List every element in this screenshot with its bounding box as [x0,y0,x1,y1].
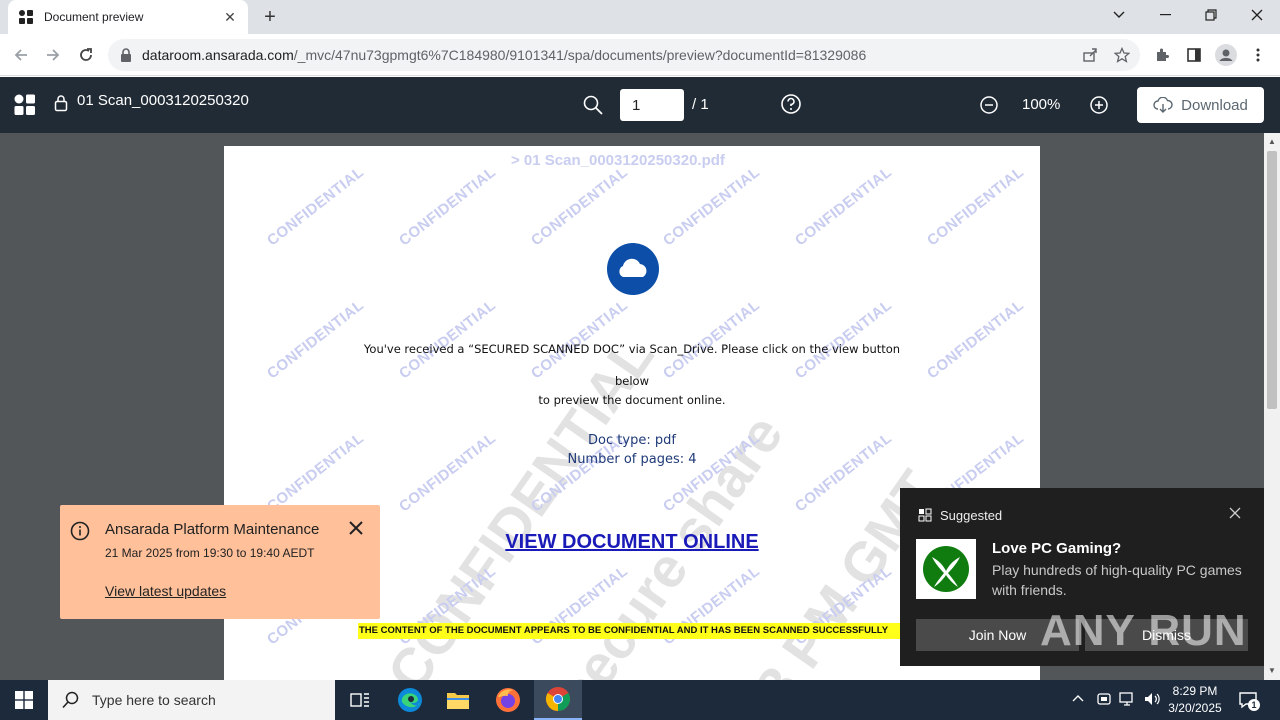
extensions-icon[interactable] [1150,43,1174,67]
edge-browser-icon[interactable] [386,680,434,720]
close-window-button[interactable] [1234,0,1280,30]
confidential-watermark: CONFIDENTIAL [660,296,764,383]
forward-button[interactable] [40,42,66,68]
chrome-menu-icon[interactable] [1246,43,1270,67]
download-button[interactable]: Download [1137,87,1264,123]
search-icon[interactable] [582,94,604,116]
search-icon [62,691,79,709]
profile-avatar-icon[interactable] [1214,43,1238,67]
reload-button[interactable] [73,42,99,68]
volume-icon[interactable] [1143,691,1161,707]
scroll-down-arrow-icon[interactable]: ▼ [1268,666,1276,675]
page-total: / 1 [692,96,709,113]
viewer-header: 01 Scan_0003120250320 / 1 100% Download [0,77,1280,133]
close-icon[interactable] [348,520,364,536]
browser-toolbar: dataroom.ansarada.com/_mvc/47nu73gpmgt6%… [0,34,1280,76]
restore-button[interactable] [1188,0,1234,30]
back-button[interactable] [8,42,34,68]
anyrun-watermark: ANY RUN [1040,606,1247,655]
ansarada-favicon-icon [19,10,33,24]
view-latest-updates-link[interactable]: View latest updates [105,583,226,599]
device-icon[interactable] [1096,691,1112,707]
confidential-watermark: CONFIDENTIAL [924,296,1028,383]
notification-app-name: Suggested [940,508,1003,523]
windows-logo-icon [15,691,33,709]
lock-icon[interactable] [120,48,132,62]
download-label: Download [1181,96,1248,114]
suggested-app-icon [918,508,932,522]
task-view-icon[interactable] [336,680,384,720]
scrollbar-thumb[interactable] [1267,151,1277,409]
zoom-out-icon[interactable] [978,94,1000,116]
document-message-line3: to preview the document online. [538,393,726,407]
page-number-input[interactable] [620,89,684,121]
minimize-button[interactable] [1142,0,1188,30]
close-icon[interactable] [1229,507,1241,519]
document-message-line2: below [614,374,649,388]
document-header: > 01 Scan_0003120250320.pdf [511,152,725,169]
clock-date: 3/20/2025 [1168,701,1222,715]
tab-close-icon[interactable]: ✕ [222,9,238,25]
onedrive-cloud-icon [607,243,659,295]
help-icon[interactable] [780,93,802,115]
zoom-in-icon[interactable] [1088,94,1110,116]
confidential-watermark: CONFIDENTIAL [660,163,764,250]
action-center-icon[interactable]: 1 [1238,690,1260,711]
network-icon[interactable] [1119,691,1137,707]
firefox-icon[interactable] [484,680,532,720]
system-clock[interactable]: 8:29 PM 3/20/2025 [1160,683,1230,717]
side-panel-icon[interactable] [1182,43,1206,67]
notification-title: Love PC Gaming? [992,540,1122,557]
xbox-logo-icon [916,539,976,599]
url-text: dataroom.ansarada.com/_mvc/47nu73gpmgt6%… [142,47,866,63]
cloud-download-icon [1153,97,1173,113]
confidential-watermark: CONFIDENTIAL [792,163,896,250]
document-message-line1: You've received a “SECURED SCANNED DOC” … [363,342,901,356]
document-scrollbar[interactable]: ▲ ▼ [1264,133,1280,680]
new-tab-button[interactable]: + [258,5,282,29]
document-page-count: Number of pages: 4 [567,452,697,467]
confidential-watermark: CONFIDENTIAL [924,163,1028,250]
tab-document-preview[interactable]: Document preview ✕ [8,0,248,34]
url-domain: dataroom.ansarada.com [142,47,294,63]
confidential-watermark: CONFIDENTIAL [264,163,368,250]
info-icon [70,521,90,541]
maintenance-title: Ansarada Platform Maintenance [105,521,320,538]
tab-strip: Document preview ✕ + [0,0,1280,34]
ansarada-logo-icon[interactable] [14,94,36,116]
chrome-taskbar-icon[interactable] [534,680,582,720]
file-explorer-icon[interactable] [434,680,482,720]
tab-search-icon[interactable] [1096,0,1142,30]
lock-icon [54,95,68,112]
maintenance-toast: Ansarada Platform Maintenance 21 Mar 202… [60,505,380,619]
confidential-watermark: CONFIDENTIAL [792,296,896,383]
clock-time: 8:29 PM [1172,684,1218,698]
confidential-watermark: CONFIDENTIAL [264,296,368,383]
notification-count-badge: 1 [1248,699,1260,711]
maintenance-time: 21 Mar 2025 from 19:30 to 19:40 AEDT [105,546,315,560]
share-icon[interactable] [1078,43,1102,67]
bookmark-star-icon[interactable] [1110,43,1134,67]
windows-taskbar: Type here to search 8:29 PM 3/20/2025 1 [0,680,1280,720]
zoom-level: 100% [1022,96,1061,113]
confidential-watermark: CONFIDENTIAL [396,163,500,250]
tab-title: Document preview [44,10,144,24]
document-filename: 01 Scan_0003120250320 [77,92,249,109]
start-button[interactable] [0,680,48,720]
confidential-watermark: CONFIDENTIAL [528,163,632,250]
confidential-watermark: CONFIDENTIAL [396,296,500,383]
search-placeholder: Type here to search [92,692,216,708]
url-path: /_mvc/47nu73gpmgt6%7C184980/9101341/spa/… [293,47,867,63]
confidential-notice: THE CONTENT OF THE DOCUMENT APPEARS TO B… [358,623,906,639]
scroll-up-arrow-icon[interactable]: ▲ [1268,137,1276,146]
taskbar-search-box[interactable]: Type here to search [48,680,335,720]
show-hidden-icons-icon[interactable] [1072,693,1084,705]
document-type: Doc type: pdf [588,433,676,448]
address-bar[interactable]: dataroom.ansarada.com/_mvc/47nu73gpmgt6%… [108,39,1140,71]
notification-body: Play hundreds of high-quality PC games w… [992,562,1242,598]
